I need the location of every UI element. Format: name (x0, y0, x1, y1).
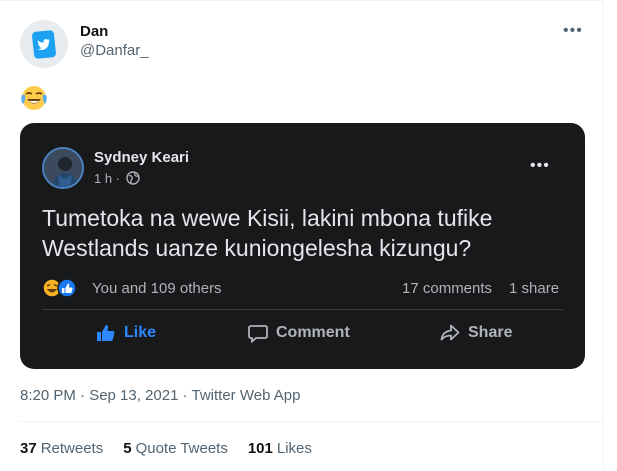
author-handle[interactable]: @Danfar_ (80, 42, 149, 59)
reactions-count: You and 109 others (92, 280, 222, 297)
tweet-stats: 37 Retweets 5 Quote Tweets 101 Likes (20, 440, 332, 457)
share-arrow-icon (440, 324, 460, 341)
fb-comment-label: Comment (276, 324, 350, 341)
likes-label: Likes (276, 440, 312, 457)
embedded-facebook-post[interactable]: Sydney Keari 1 h · ••• Tumetoka na wewe … (20, 123, 585, 369)
likes-count: 101 (247, 440, 273, 457)
like-reaction-icon (57, 278, 77, 298)
tweet-card: Dan @Danfar_ ••• Sydney Keari 1 h · ••• … (0, 0, 604, 471)
fb-share-label: Share (468, 324, 513, 341)
quote-tweets-link[interactable]: 5 Quote Tweets (123, 440, 228, 457)
author-name[interactable]: Dan (80, 23, 108, 40)
comment-bubble-icon (248, 324, 268, 343)
shares-count: 1 share (509, 280, 560, 297)
globe-icon (126, 171, 140, 185)
tweet-timestamp[interactable]: 8:20 PM · Sep 13, 2021 · Twitter Web App (20, 387, 300, 404)
retweets-link[interactable]: 37 Retweets (20, 440, 103, 457)
comments-count: 17 comments (402, 280, 493, 297)
quote-tweets-label: Quote Tweets (135, 440, 228, 457)
fb-like-label: Like (124, 324, 157, 341)
retweets-count: 37 (20, 440, 37, 457)
face-with-tears-of-joy-icon (21, 86, 47, 110)
fb-post-time: 1 h · (94, 171, 121, 186)
fb-like-button: Like (96, 320, 156, 346)
retweets-label: Retweets (40, 440, 104, 457)
twitter-bird-icon (31, 29, 57, 59)
fb-more-options-icon: ••• (530, 157, 550, 174)
reaction-icons (42, 278, 77, 298)
fb-comment-button: Comment (248, 320, 350, 346)
more-options-icon[interactable]: ••• (563, 22, 583, 40)
stats-divider (20, 421, 604, 422)
fb-actions-divider (42, 309, 563, 310)
fb-share-button: Share (440, 320, 512, 346)
quote-tweets-count: 5 (123, 440, 132, 457)
author-avatar[interactable] (20, 20, 68, 68)
thumbs-up-icon (97, 325, 115, 341)
fb-post-text: Tumetoka na wewe Kisii, lakini mbona tuf… (42, 205, 493, 261)
fb-author-name: Sydney Keari (94, 149, 190, 166)
likes-link[interactable]: 101 Likes (248, 440, 312, 457)
top-divider (0, 0, 604, 1)
fb-author-avatar (42, 147, 84, 189)
